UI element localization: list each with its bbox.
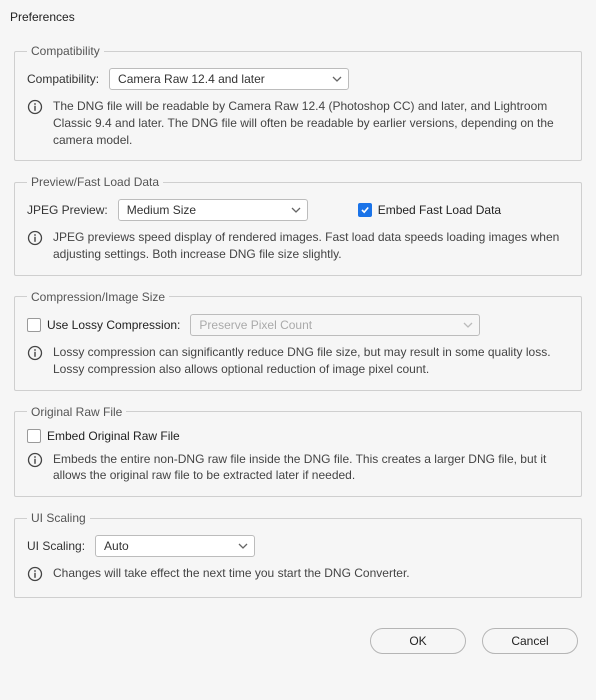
jpeg-preview-label: JPEG Preview: [27,203,108,217]
lossy-compression-label: Use Lossy Compression: [47,318,180,332]
ui-scaling-group: UI Scaling UI Scaling: Auto Changes will… [14,511,582,598]
embed-original-label: Embed Original Raw File [47,429,180,443]
cancel-button[interactable]: Cancel [482,628,578,654]
ui-scaling-value: Auto [104,539,129,553]
preview-legend: Preview/Fast Load Data [27,175,163,189]
ok-button[interactable]: OK [370,628,466,654]
original-group: Original Raw File Embed Original Raw Fil… [14,405,582,498]
chevron-down-icon [238,541,248,551]
ui-scaling-info: Changes will take effect the next time y… [53,565,410,582]
original-legend: Original Raw File [27,405,126,419]
window-title: Preferences [0,0,596,28]
ui-scaling-select[interactable]: Auto [95,535,255,557]
chevron-down-icon [291,205,301,215]
embed-original-checkbox[interactable]: Embed Original Raw File [27,429,180,443]
compression-info: Lossy compression can significantly redu… [53,344,563,378]
compatibility-info: The DNG file will be readable by Camera … [53,98,563,148]
compatibility-legend: Compatibility [27,44,104,58]
ui-scaling-legend: UI Scaling [27,511,90,525]
checkbox-box [358,203,372,217]
compatibility-select[interactable]: Camera Raw 12.4 and later [109,68,349,90]
embed-fastload-checkbox[interactable]: Embed Fast Load Data [358,203,501,217]
info-icon [27,452,43,471]
info-icon [27,566,43,585]
info-icon [27,99,43,118]
preview-group: Preview/Fast Load Data JPEG Preview: Med… [14,175,582,276]
compression-legend: Compression/Image Size [27,290,169,304]
compatibility-label: Compatibility: [27,72,99,86]
original-info: Embeds the entire non-DNG raw file insid… [53,451,563,485]
button-bar: OK Cancel [0,622,596,664]
ui-scaling-label: UI Scaling: [27,539,85,553]
chevron-down-icon [332,74,342,84]
pixel-count-value: Preserve Pixel Count [199,318,312,332]
lossy-compression-checkbox[interactable]: Use Lossy Compression: [27,318,180,332]
embed-fastload-label: Embed Fast Load Data [378,203,501,217]
compatibility-select-value: Camera Raw 12.4 and later [118,72,265,86]
compatibility-group: Compatibility Compatibility: Camera Raw … [14,44,582,161]
info-icon [27,345,43,364]
preview-info: JPEG previews speed display of rendered … [53,229,563,263]
checkbox-box [27,429,41,443]
preferences-content: Compatibility Compatibility: Camera Raw … [0,28,596,622]
pixel-count-select: Preserve Pixel Count [190,314,480,336]
info-icon [27,230,43,249]
checkbox-box [27,318,41,332]
jpeg-preview-select[interactable]: Medium Size [118,199,308,221]
jpeg-preview-value: Medium Size [127,203,196,217]
chevron-down-icon [463,320,473,330]
compression-group: Compression/Image Size Use Lossy Compres… [14,290,582,391]
